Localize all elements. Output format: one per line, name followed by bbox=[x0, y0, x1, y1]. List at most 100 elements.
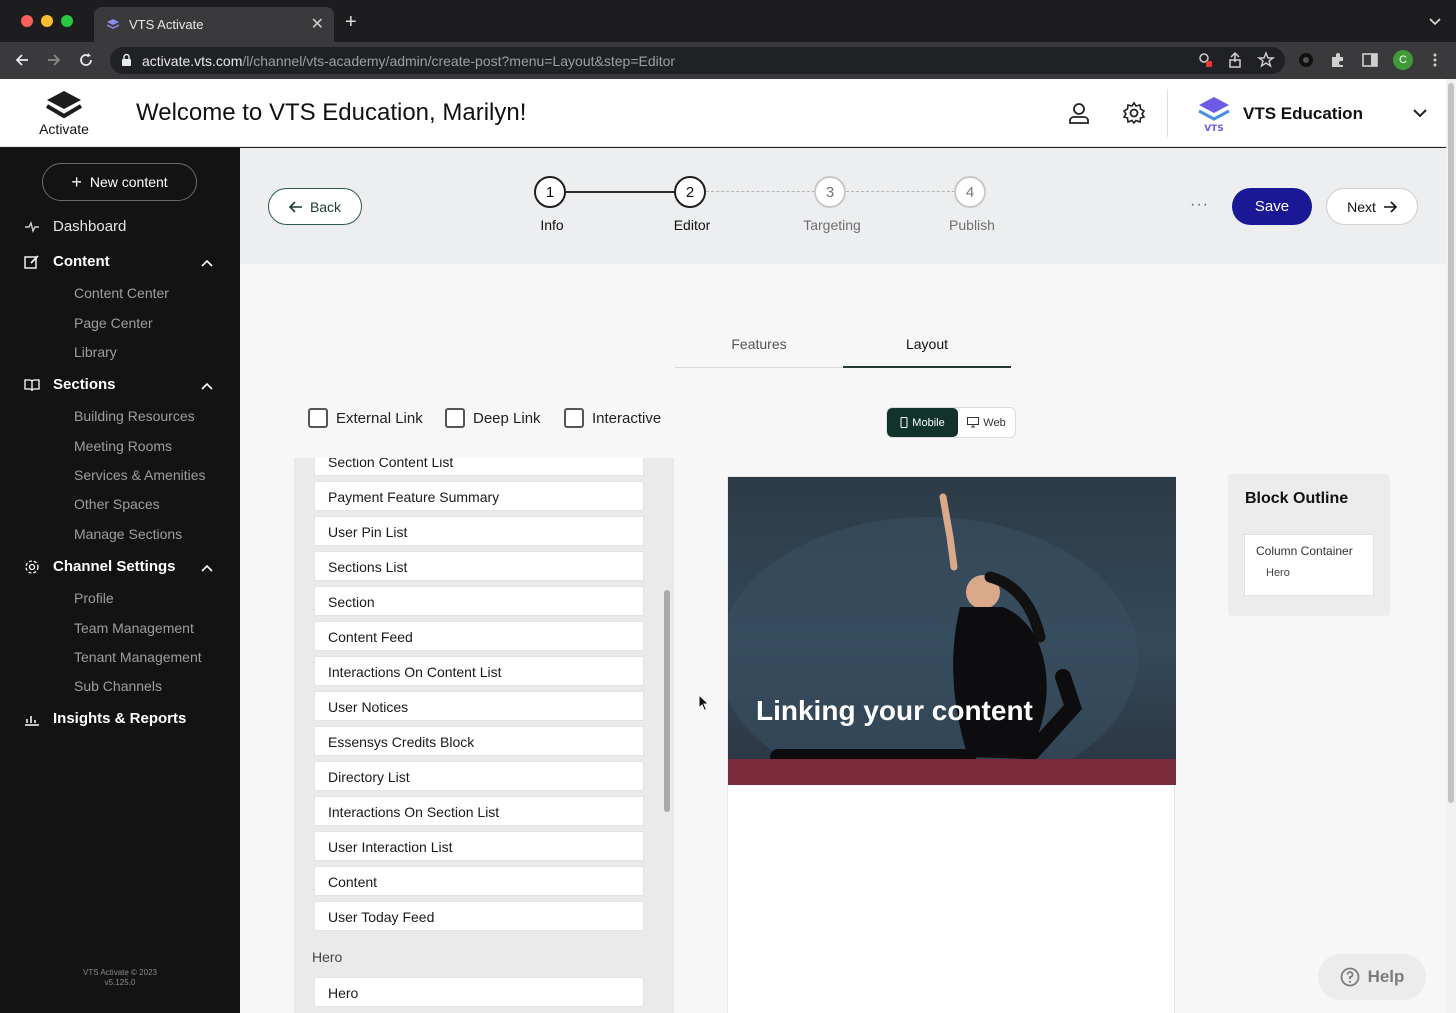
page-scrollbar-thumb[interactable] bbox=[1448, 83, 1454, 803]
step-2-label: Editor bbox=[673, 217, 711, 233]
org-name[interactable]: VTS Education bbox=[1243, 104, 1363, 124]
sidebar-item-tenant-management[interactable]: Tenant Management bbox=[74, 649, 202, 665]
chevron-down-icon[interactable] bbox=[1411, 106, 1429, 120]
block-item[interactable]: User Interaction List bbox=[314, 831, 644, 861]
step-1-circle[interactable]: 1 bbox=[534, 176, 566, 208]
mobile-view-button[interactable]: Mobile bbox=[887, 408, 958, 437]
sidebar-item-channel-settings[interactable]: Channel Settings bbox=[24, 558, 176, 575]
gear-icon[interactable] bbox=[1122, 101, 1146, 125]
location-blocked-icon[interactable] bbox=[1196, 51, 1214, 69]
outline-tree[interactable]: Column Container Hero bbox=[1244, 534, 1374, 596]
external-link-filter[interactable]: External Link bbox=[308, 408, 423, 428]
block-item[interactable]: Content bbox=[314, 866, 644, 896]
close-tab-icon[interactable]: ✕ bbox=[311, 14, 324, 34]
address-bar[interactable]: activate.vts.com/l/channel/vts-academy/a… bbox=[110, 47, 1285, 74]
block-item[interactable]: Essensys Credits Block bbox=[314, 726, 644, 756]
share-icon[interactable] bbox=[1226, 51, 1244, 69]
side-panel-icon[interactable] bbox=[1361, 51, 1379, 69]
block-item[interactable]: Payment Feature Summary bbox=[314, 481, 644, 511]
help-button[interactable]: Help bbox=[1318, 954, 1426, 1000]
bookmark-star-icon[interactable] bbox=[1257, 51, 1275, 69]
maximize-window-button[interactable] bbox=[61, 15, 73, 27]
deep-link-checkbox[interactable] bbox=[445, 408, 465, 428]
blocks-list-panel[interactable]: Section Content List Payment Feature Sum… bbox=[294, 458, 674, 1013]
sidebar-item-team-management[interactable]: Team Management bbox=[74, 620, 194, 636]
save-button[interactable]: Save bbox=[1232, 188, 1312, 225]
tab-features[interactable]: Features bbox=[675, 336, 843, 352]
sidebar-item-insights-reports[interactable]: Insights & Reports bbox=[24, 710, 186, 727]
activate-logo[interactable]: Activate bbox=[30, 89, 98, 137]
outline-column-container[interactable]: Column Container bbox=[1256, 544, 1353, 558]
sidebar-item-page-center[interactable]: Page Center bbox=[74, 315, 153, 331]
sidebar-item-other-spaces[interactable]: Other Spaces bbox=[74, 496, 160, 512]
step-4-label: Publish bbox=[949, 217, 995, 233]
browser-toolbar: activate.vts.com/l/channel/vts-academy/a… bbox=[0, 42, 1456, 79]
sidebar-item-label: Sections bbox=[53, 376, 116, 393]
chevron-up-icon[interactable] bbox=[200, 563, 214, 573]
forward-arrow-icon[interactable] bbox=[44, 50, 64, 70]
lock-icon bbox=[122, 53, 131, 66]
sidebar-item-manage-sections[interactable]: Manage Sections bbox=[74, 526, 182, 542]
block-item[interactable]: Section Content List bbox=[314, 458, 644, 476]
interactive-checkbox[interactable] bbox=[564, 408, 584, 428]
sidebar-item-dashboard[interactable]: Dashboard bbox=[24, 218, 126, 235]
more-options-button[interactable]: ··· bbox=[1190, 196, 1209, 214]
close-window-button[interactable] bbox=[21, 15, 33, 27]
block-item[interactable]: User Pin List bbox=[314, 516, 644, 546]
sidebar-item-library[interactable]: Library bbox=[74, 344, 117, 360]
block-item[interactable]: Sections List bbox=[314, 551, 644, 581]
sidebar-item-meeting-rooms[interactable]: Meeting Rooms bbox=[74, 438, 172, 454]
browser-tab[interactable]: VTS Activate ✕ bbox=[94, 7, 334, 42]
tab-layout[interactable]: Layout bbox=[843, 336, 1011, 352]
block-item[interactable]: Directory List bbox=[314, 761, 644, 791]
block-item[interactable]: Interactions On Content List bbox=[314, 656, 644, 686]
external-link-checkbox[interactable] bbox=[308, 408, 328, 428]
extensions-puzzle-icon[interactable] bbox=[1329, 51, 1347, 69]
mobile-icon bbox=[900, 417, 908, 428]
back-arrow-icon[interactable] bbox=[12, 50, 32, 70]
extension-record-icon[interactable] bbox=[1297, 51, 1315, 69]
welcome-title: Welcome to VTS Education, Marilyn! bbox=[136, 99, 527, 126]
block-item[interactable]: User Notices bbox=[314, 691, 644, 721]
sidebar-item-sub-channels[interactable]: Sub Channels bbox=[74, 678, 162, 694]
block-item[interactable]: User Today Feed bbox=[314, 901, 644, 931]
block-item[interactable]: Hero bbox=[314, 977, 644, 1007]
sidebar-item-profile[interactable]: Profile bbox=[74, 590, 114, 606]
user-profile-icon[interactable] bbox=[1067, 101, 1091, 125]
interactive-filter[interactable]: Interactive bbox=[564, 408, 661, 428]
chevron-down-icon[interactable] bbox=[1428, 14, 1442, 28]
reload-icon[interactable] bbox=[76, 50, 96, 70]
block-item[interactable]: Section bbox=[314, 586, 644, 616]
browser-menu-icon[interactable] bbox=[1426, 51, 1444, 69]
new-tab-icon[interactable]: + bbox=[345, 12, 357, 32]
sidebar-item-services-amenities[interactable]: Services & Amenities bbox=[74, 467, 206, 483]
web-view-button[interactable]: Web bbox=[958, 408, 1015, 437]
mobile-preview[interactable]: Linking your content bbox=[727, 476, 1176, 1013]
block-item[interactable]: Interactions On Section List bbox=[314, 796, 644, 826]
back-button[interactable]: Back bbox=[268, 188, 362, 225]
profile-avatar[interactable]: C bbox=[1393, 50, 1413, 70]
outline-hero[interactable]: Hero bbox=[1266, 567, 1290, 579]
sidebar-item-building-resources[interactable]: Building Resources bbox=[74, 408, 195, 424]
svg-text:VTS: VTS bbox=[1204, 124, 1224, 133]
sidebar-item-sections[interactable]: Sections bbox=[24, 376, 116, 393]
sidebar-item-content[interactable]: Content bbox=[24, 253, 110, 270]
hero-image[interactable]: Linking your content bbox=[728, 477, 1176, 785]
step-3-circle[interactable]: 3 bbox=[814, 176, 846, 208]
minimize-window-button[interactable] bbox=[41, 15, 53, 27]
step-connector bbox=[846, 191, 970, 192]
header-divider bbox=[1167, 89, 1168, 137]
step-2-circle[interactable]: 2 bbox=[674, 176, 706, 208]
step-4-circle[interactable]: 4 bbox=[954, 176, 986, 208]
page-scrollbar[interactable] bbox=[1446, 79, 1456, 1013]
next-button[interactable]: Next bbox=[1326, 188, 1418, 225]
deep-link-filter[interactable]: Deep Link bbox=[445, 408, 541, 428]
step-connector bbox=[566, 191, 690, 193]
new-content-button[interactable]: + New content bbox=[42, 163, 197, 201]
sidebar: + New content Dashboard Content Content … bbox=[0, 148, 240, 1013]
sidebar-item-content-center[interactable]: Content Center bbox=[74, 285, 169, 301]
blocks-scrollbar[interactable] bbox=[664, 590, 670, 812]
chevron-up-icon[interactable] bbox=[200, 258, 214, 268]
chevron-up-icon[interactable] bbox=[200, 381, 214, 391]
block-item[interactable]: Content Feed bbox=[314, 621, 644, 651]
